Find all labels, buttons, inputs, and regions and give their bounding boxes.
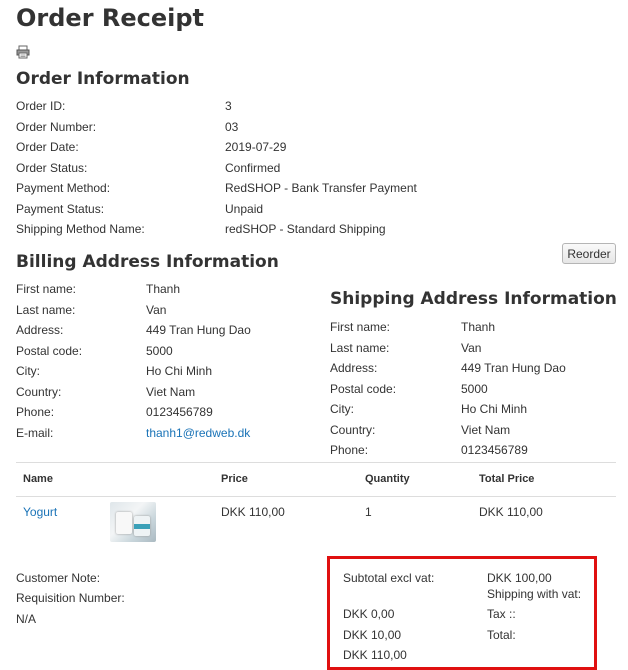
total-label: Total: xyxy=(487,628,516,642)
billing-email-link[interactable]: thanh1@redweb.dk xyxy=(146,423,250,443)
billing-phone-label: Phone: xyxy=(16,405,55,419)
billing-address-label: Address: xyxy=(16,323,64,337)
page-title: Order Receipt xyxy=(16,4,205,32)
order-date-label: Order Date: xyxy=(16,140,79,154)
billing-country-label: Country: xyxy=(16,385,62,399)
shipping-first-name-label: First name: xyxy=(330,320,391,334)
shipping-postal-value: 5000 xyxy=(461,382,488,396)
billing-address-value: 449 Tran Hung Dao xyxy=(146,323,251,337)
billing-email-label: E-mail: xyxy=(16,426,54,440)
order-info-heading: Order Information xyxy=(16,69,190,89)
order-status-value: Confirmed xyxy=(225,161,281,175)
payment-status-value: Unpaid xyxy=(225,202,264,216)
shipping-with-vat-label: Shipping with vat: xyxy=(487,587,582,601)
col-quantity-header: Quantity xyxy=(365,473,410,485)
shipping-heading: Shipping Address Information xyxy=(330,289,617,309)
order-id-value: 3 xyxy=(225,99,232,113)
tax-value: DKK 10,00 xyxy=(343,628,402,642)
order-number-label: Order Number: xyxy=(16,120,97,134)
items-table-header: Name Price Quantity Total Price xyxy=(16,462,616,497)
shipping-last-name-label: Last name: xyxy=(330,341,390,355)
total-value: DKK 110,00 xyxy=(343,648,407,662)
billing-phone-value: 0123456789 xyxy=(146,405,213,419)
shipping-with-vat-value: DKK 0,00 xyxy=(343,607,395,621)
col-total-header: Total Price xyxy=(479,473,535,485)
order-date-value: 2019-07-29 xyxy=(225,140,287,154)
product-thumbnail[interactable] xyxy=(110,502,156,542)
order-status-label: Order Status: xyxy=(16,161,88,175)
shipping-last-name-value: Van xyxy=(461,341,482,355)
order-number-value: 03 xyxy=(225,120,239,134)
requisition-number-label: Requisition Number: xyxy=(16,591,125,605)
shipping-city-label: City: xyxy=(330,402,354,416)
shipping-method-label: Shipping Method Name: xyxy=(16,222,145,236)
subtotal-value: DKK 100,00 xyxy=(487,571,552,585)
printer-icon[interactable] xyxy=(16,45,30,59)
shipping-city-value: Ho Chi Minh xyxy=(461,402,528,416)
subtotal-label: Subtotal excl vat: xyxy=(343,571,435,585)
requisition-number-value: N/A xyxy=(16,612,37,626)
billing-first-name-value: Thanh xyxy=(146,282,181,296)
shipping-country-value: Viet Nam xyxy=(461,423,511,437)
billing-city-label: City: xyxy=(16,364,40,378)
billing-postal-value: 5000 xyxy=(146,344,173,358)
shipping-address-value: 449 Tran Hung Dao xyxy=(461,361,566,375)
billing-first-name-label: First name: xyxy=(16,282,77,296)
customer-note-label: Customer Note: xyxy=(16,571,101,585)
billing-last-name-value: Van xyxy=(146,303,167,317)
reorder-button[interactable]: Reorder xyxy=(562,243,616,264)
shipping-phone-label: Phone: xyxy=(330,443,369,457)
shipping-first-name-value: Thanh xyxy=(461,320,496,334)
product-price: DKK 110,00 xyxy=(221,505,285,519)
product-total: DKK 110,00 xyxy=(479,505,543,519)
shipping-address-label: Address: xyxy=(330,361,378,375)
billing-postal-label: Postal code: xyxy=(16,344,83,358)
billing-last-name-label: Last name: xyxy=(16,303,76,317)
product-quantity: 1 xyxy=(365,505,372,519)
shipping-method-value: redSHOP - Standard Shipping xyxy=(225,222,386,236)
shipping-country-label: Country: xyxy=(330,423,376,437)
col-name-header: Name xyxy=(23,473,53,485)
col-price-header: Price xyxy=(221,473,248,485)
payment-status-label: Payment Status: xyxy=(16,202,105,216)
shipping-postal-label: Postal code: xyxy=(330,382,397,396)
payment-method-label: Payment Method: xyxy=(16,181,111,195)
product-name-link[interactable]: Yogurt xyxy=(23,505,57,519)
billing-country-value: Viet Nam xyxy=(146,385,196,399)
tax-label: Tax :: xyxy=(487,607,516,621)
payment-method-value: RedSHOP - Bank Transfer Payment xyxy=(225,181,417,195)
shipping-phone-value: 0123456789 xyxy=(461,443,528,457)
billing-heading: Billing Address Information xyxy=(16,252,279,272)
billing-city-value: Ho Chi Minh xyxy=(146,364,213,378)
order-id-label: Order ID: xyxy=(16,99,66,113)
